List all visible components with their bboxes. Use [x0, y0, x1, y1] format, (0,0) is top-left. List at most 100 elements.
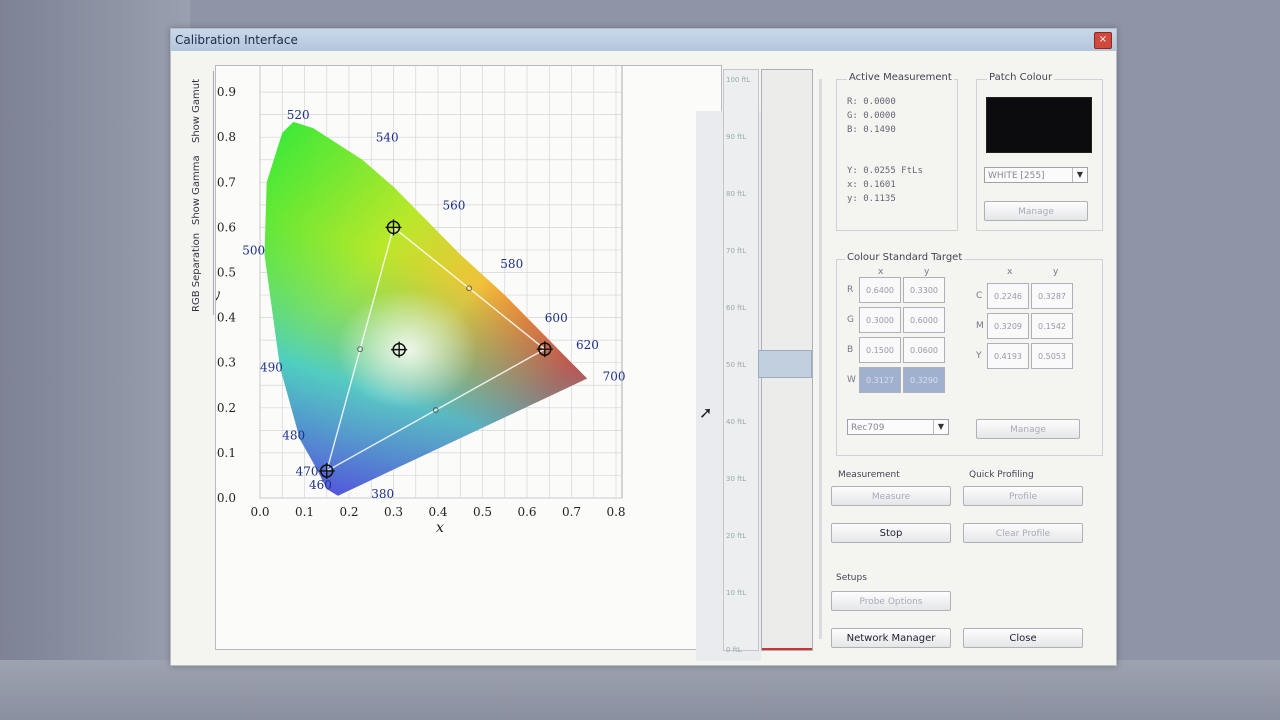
- primary-cell-x[interactable]: 0.1500: [859, 337, 901, 363]
- wavelength-label: 490: [260, 361, 283, 375]
- secondary-cell-x[interactable]: 0.4193: [987, 343, 1029, 369]
- secondary-cell-x[interactable]: 0.3209: [987, 313, 1029, 339]
- primary-cell-x[interactable]: 0.3000: [859, 307, 901, 333]
- wavelength-label: 470: [296, 464, 319, 478]
- tab-rgb-separation[interactable]: RGB Separation: [191, 229, 214, 315]
- primary-cell-y[interactable]: 0.3290: [903, 367, 945, 393]
- slider-baseline: [762, 648, 812, 650]
- primary-cell-x[interactable]: 0.6400: [859, 277, 901, 303]
- luminance-tick-label: 30 ftL: [726, 475, 747, 483]
- stop-button[interactable]: Stop: [831, 523, 951, 543]
- close-button[interactable]: Close: [963, 628, 1083, 648]
- window-title: Calibration Interface: [175, 33, 298, 47]
- y-tick-label: 0.2: [217, 401, 236, 415]
- wavelength-label: 520: [287, 108, 310, 122]
- probe-options-button[interactable]: Probe Options: [831, 591, 951, 611]
- luminance-tick-label: 80 ftL: [726, 190, 747, 198]
- luminance-tick-label: 0 ftL: [726, 646, 742, 654]
- x-tick-label: 0.3: [384, 505, 403, 519]
- standard-manage-button[interactable]: Manage: [976, 419, 1080, 439]
- primary-cell-y[interactable]: 0.3300: [903, 277, 945, 303]
- x-tick-label: 0.0: [250, 505, 269, 519]
- standard-select[interactable]: Rec709 ▼: [847, 419, 949, 435]
- measure-luminance: Y: 0.0255 FtLs: [847, 166, 923, 176]
- y-tick-label: 0.1: [217, 446, 236, 460]
- patch-manage-button[interactable]: Manage: [984, 201, 1088, 221]
- wavelength-label: 500: [242, 243, 265, 257]
- setups-title: Setups: [836, 573, 867, 583]
- wavelength-label: 580: [500, 257, 523, 271]
- tab-show-gamma[interactable]: Show Gamma: [191, 151, 214, 229]
- secondary-cell-y[interactable]: 0.3287: [1031, 283, 1073, 309]
- cie-chart-panel: 380 460 470 480 490 500 520 540 560 580 600 620 700 …: [215, 65, 761, 661]
- patch-colour-title: Patch Colour: [987, 72, 1055, 83]
- secondary-row-label: C: [976, 291, 983, 301]
- y-tick-label: 0.5: [217, 266, 236, 280]
- patch-colour-swatch: [986, 97, 1092, 153]
- x-tick-label: 0.8: [606, 505, 625, 519]
- vertical-divider: [819, 79, 822, 639]
- luminance-tick-label: 70 ftL: [726, 247, 747, 255]
- wavelength-label: 620: [576, 338, 599, 352]
- x-tick-label: 0.7: [562, 505, 581, 519]
- mouse-cursor-icon: ➚: [699, 403, 713, 422]
- measure-button[interactable]: Measure: [831, 486, 951, 506]
- colour-standard-title: Colour Standard Target: [845, 252, 965, 263]
- measure-y: y: 0.1135: [847, 194, 896, 204]
- y-tick-label: 0.9: [217, 85, 236, 99]
- x-tick-label: 0.6: [517, 505, 536, 519]
- primary-row-label: B: [847, 345, 854, 355]
- luminance-tick-label: 40 ftL: [726, 418, 747, 426]
- wavelength-label: 460: [309, 478, 332, 492]
- x-tick-label: 0.1: [295, 505, 314, 519]
- x-tick-label: 0.2: [339, 505, 358, 519]
- clear-profile-button[interactable]: Clear Profile: [963, 523, 1083, 543]
- luminance-tick-label: 100 ftL: [726, 76, 751, 84]
- measure-g: G: 0.0000: [847, 111, 896, 121]
- y-tick-label: 0.4: [217, 311, 236, 325]
- luminance-slider[interactable]: [758, 69, 813, 651]
- measurement-title: Measurement: [838, 470, 900, 480]
- secondary-cell-x[interactable]: 0.2246: [987, 283, 1029, 309]
- secondary-cell-y[interactable]: 0.5053: [1031, 343, 1073, 369]
- secondary-cell-y[interactable]: 0.1542: [1031, 313, 1073, 339]
- tab-show-gamut[interactable]: Show Gamut: [191, 71, 214, 151]
- y-tick-label: 0.0: [217, 491, 236, 505]
- slider-thumb[interactable]: [758, 350, 812, 378]
- primary-cell-y[interactable]: 0.6000: [903, 307, 945, 333]
- luminance-tick-label: 90 ftL: [726, 133, 747, 141]
- luminance-tick-label: 10 ftL: [726, 589, 747, 597]
- chevron-down-icon[interactable]: ▼: [1072, 168, 1087, 182]
- chevron-down-icon[interactable]: ▼: [933, 420, 948, 434]
- wavelength-label: 480: [282, 428, 305, 442]
- measure-r: R: 0.0000: [847, 97, 896, 107]
- patch-colour-select[interactable]: WHITE [255] ▼: [984, 167, 1088, 183]
- x-axis-label: x: [436, 520, 444, 536]
- luminance-tick-label: 60 ftL: [726, 304, 747, 312]
- window-close-icon[interactable]: ×: [1094, 32, 1112, 49]
- network-manager-button[interactable]: Network Manager: [831, 628, 951, 648]
- primary-cell-x[interactable]: 0.3127: [859, 367, 901, 393]
- y-tick-label: 0.7: [217, 175, 236, 189]
- x-tick-label: 0.5: [473, 505, 492, 519]
- profile-button[interactable]: Profile: [963, 486, 1083, 506]
- side-tab-bar: RGB Separation Show Gamma Show Gamut: [191, 65, 217, 315]
- secondary-row-label: M: [976, 321, 984, 331]
- x-tick-label: 0.4: [428, 505, 447, 519]
- measure-x: x: 0.1601: [847, 180, 896, 190]
- y-tick-label: 0.3: [217, 356, 236, 370]
- quick-profiling-title: Quick Profiling: [969, 470, 1034, 480]
- spectral-locus: 380 460470 480 490 500 520 540 560 580 600 620 700: [242, 108, 625, 501]
- primary-row-label: G: [847, 315, 854, 325]
- y-axis-label: y: [216, 287, 221, 303]
- wavelength-label: 560: [442, 198, 465, 212]
- luminance-tick-label: 50 ftL: [726, 361, 747, 369]
- standard-select-value: Rec709: [851, 423, 885, 433]
- luminance-tick-label: 20 ftL: [726, 532, 747, 540]
- title-bar[interactable]: Calibration Interface ×: [171, 29, 1116, 51]
- y-tick-label: 0.8: [217, 130, 236, 144]
- secondary-col-header: y: [1053, 267, 1059, 277]
- luminance-scale: 100 ftL 90 ftL 80 ftL 70 ftL 60 ftL 50 ftL 40 …: [723, 69, 759, 654]
- primary-col-header: x: [878, 267, 884, 277]
- primary-cell-y[interactable]: 0.0600: [903, 337, 945, 363]
